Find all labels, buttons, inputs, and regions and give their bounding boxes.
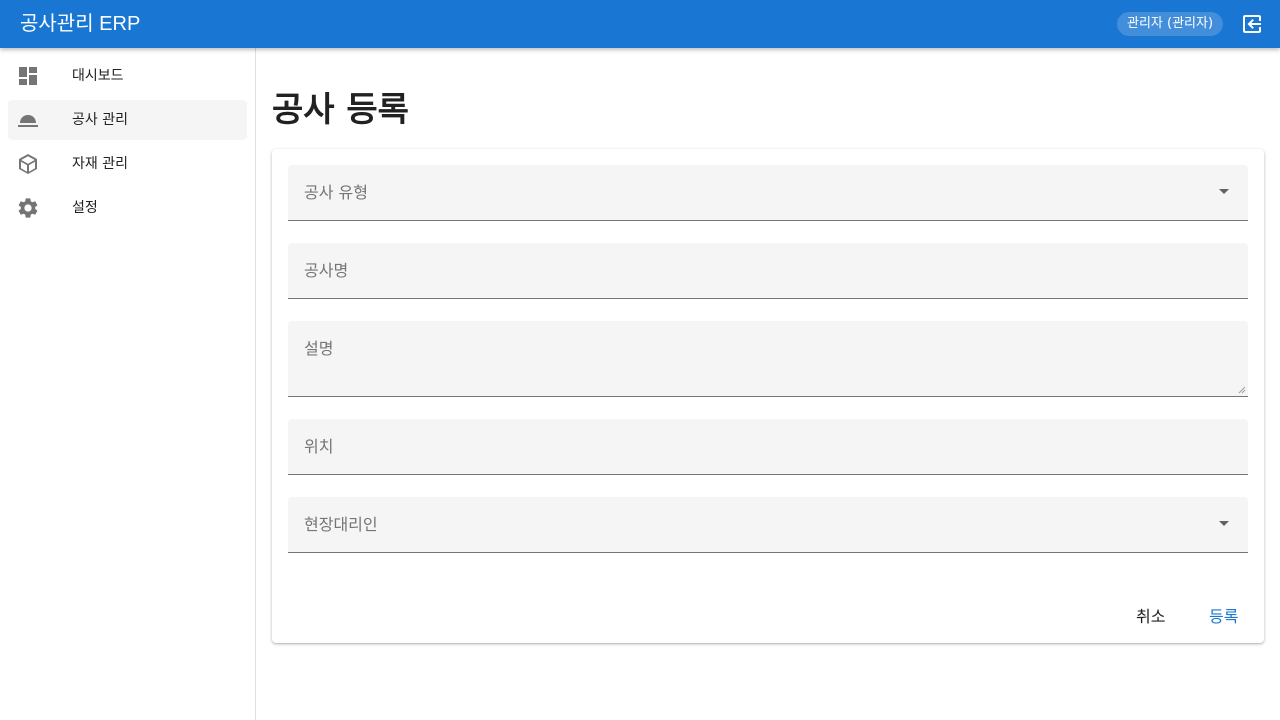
sidebar-item-dashboard[interactable]: 대시보드 (8, 56, 247, 96)
description-label: 설명 (304, 339, 334, 358)
logout-button[interactable] (1238, 10, 1266, 38)
sidebar-item-label: 공사 관리 (72, 112, 128, 128)
construction-name-label: 공사명 (304, 261, 349, 280)
sidebar-item-label: 대시보드 (72, 68, 124, 84)
location-label: 위치 (304, 437, 334, 456)
main-content: 공사 등록 공사 유형 공사명 설명 위치 현장대리인 취소 등록 (256, 48, 1280, 720)
site-agent-label: 현장대리인 (304, 515, 378, 534)
package-icon (19, 154, 37, 174)
sidebar-item-settings[interactable]: 설정 (8, 188, 247, 228)
resize-grip-icon[interactable] (1238, 386, 1246, 394)
construction-name-input[interactable]: 공사명 (288, 243, 1248, 299)
user-chip[interactable]: 관리자 (관리자) (1117, 12, 1224, 36)
gear-icon (18, 198, 38, 218)
dropdown-arrow-icon[interactable] (1219, 521, 1229, 526)
dropdown-arrow-icon[interactable] (1219, 189, 1229, 194)
submit-button[interactable]: 등록 (1209, 607, 1238, 627)
sidebar-item-materials[interactable]: 자재 관리 (8, 144, 247, 184)
logout-icon (1243, 15, 1261, 33)
sidebar: 대시보드 공사 관리 자재 관리 설정 (0, 48, 256, 720)
construction-type-select[interactable]: 공사 유형 (288, 165, 1248, 221)
sidebar-item-construction[interactable]: 공사 관리 (8, 100, 247, 140)
app-title: 공사관리 ERP (20, 13, 141, 35)
construction-type-label: 공사 유형 (304, 183, 368, 202)
dashboard-icon (19, 67, 37, 85)
app-bar: 공사관리 ERP 관리자 (관리자) (0, 0, 1280, 48)
page-title: 공사 등록 (272, 90, 409, 130)
site-agent-select[interactable]: 현장대리인 (288, 497, 1248, 553)
sidebar-item-label: 설정 (72, 200, 98, 216)
hardhat-icon (18, 115, 38, 127)
location-input[interactable]: 위치 (288, 419, 1248, 475)
construction-form-card: 공사 유형 공사명 설명 위치 현장대리인 취소 등록 (272, 149, 1264, 643)
sidebar-item-label: 자재 관리 (72, 156, 128, 172)
description-textarea[interactable]: 설명 (288, 321, 1248, 397)
cancel-button[interactable]: 취소 (1136, 607, 1165, 627)
